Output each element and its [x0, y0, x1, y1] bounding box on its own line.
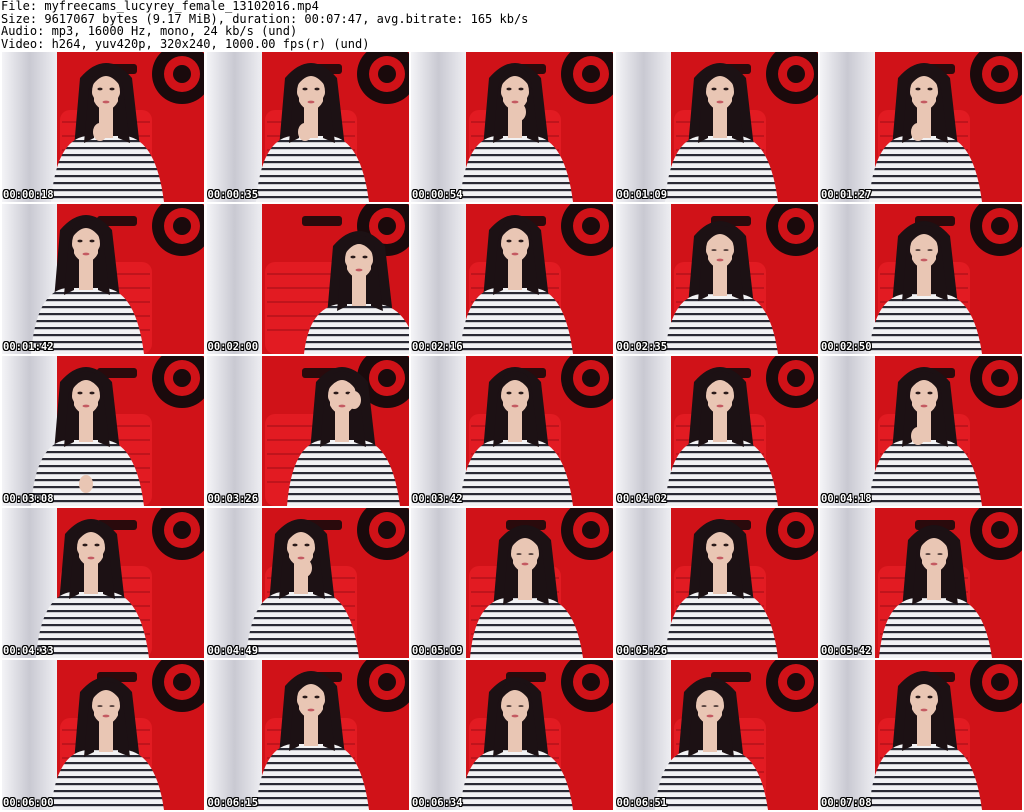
thumbnail-frame: 00:06:15: [206, 660, 409, 810]
thumbnail-frame: 00:04:49: [206, 508, 409, 658]
frame-scene: [2, 52, 204, 202]
frame-timestamp: 00:01:27: [821, 189, 872, 201]
frame-scene: [206, 508, 409, 658]
thumbnail-frame: 00:00:18: [2, 52, 204, 202]
frame-scene: [2, 204, 204, 354]
file-name-line: File: myfreecams_lucyrey_female_13102016…: [1, 0, 319, 13]
thumbnail-frame: 00:06:34: [411, 660, 613, 810]
frame-timestamp: 00:05:26: [616, 645, 668, 657]
frame-timestamp: 00:01:09: [616, 189, 668, 201]
frame-scene: [411, 660, 613, 810]
thumbnail-frame: 00:04:33: [2, 508, 204, 658]
frame-scene: [2, 356, 204, 506]
frame-timestamp: 00:04:02: [616, 493, 668, 505]
thumbnail-frame: 00:02:00: [206, 204, 409, 354]
thumbnail-grid: 00:00:18 00:00:35 00:00:54 00:01:09 00:01:27…: [2, 52, 1022, 812]
frame-timestamp: 00:06:00: [3, 797, 54, 809]
frame-timestamp: 00:04:33: [3, 645, 54, 657]
file-info-header: File: myfreecams_lucyrey_female_13102016…: [0, 0, 1024, 50]
thumbnail-frame: 00:03:08: [2, 356, 204, 506]
frame-scene: [820, 660, 1022, 810]
frame-timestamp: 00:00:35: [207, 189, 259, 201]
frame-scene: [615, 52, 818, 202]
thumbnail-frame: 00:02:16: [411, 204, 613, 354]
thumbnail-frame: 00:04:02: [615, 356, 818, 506]
thumbnail-frame: 00:05:42: [820, 508, 1022, 658]
frame-scene: [411, 356, 613, 506]
thumbnail-frame: 00:04:18: [820, 356, 1022, 506]
frame-timestamp: 00:04:49: [207, 645, 259, 657]
audio-info-line: Audio: mp3, 16000 Hz, mono, 24 kb/s (und…: [1, 24, 298, 38]
frame-timestamp: 00:01:42: [3, 341, 54, 353]
frame-scene: [411, 508, 613, 658]
thumbnail-frame: 00:00:35: [206, 52, 409, 202]
frame-scene: [411, 204, 613, 354]
frame-scene: [615, 204, 818, 354]
video-info-line: Video: h264, yuv420p, 320x240, 1000.00 f…: [1, 36, 370, 51]
frame-scene: [411, 52, 613, 202]
frame-timestamp: 00:03:26: [207, 493, 259, 505]
frame-timestamp: 00:06:34: [412, 797, 463, 809]
frame-scene: [615, 356, 818, 506]
frame-timestamp: 00:00:54: [412, 189, 463, 201]
frame-scene: [615, 508, 818, 658]
frame-scene: [2, 660, 204, 810]
thumbnail-frame: 00:02:35: [615, 204, 818, 354]
frame-timestamp: 00:03:42: [412, 493, 463, 505]
frame-timestamp: 00:02:35: [616, 341, 668, 353]
thumbnail-frame: 00:06:00: [2, 660, 204, 810]
frame-scene: [820, 204, 1022, 354]
frame-scene: [206, 660, 409, 810]
frame-timestamp: 00:03:08: [3, 493, 54, 505]
frame-timestamp: 00:02:00: [207, 341, 259, 353]
thumbnail-frame: 00:05:09: [411, 508, 613, 658]
thumbnail-frame: 00:03:42: [411, 356, 613, 506]
frame-timestamp: 00:02:16: [412, 341, 463, 353]
frame-scene: [2, 508, 204, 658]
frame-timestamp: 00:05:09: [412, 645, 463, 657]
frame-scene: [206, 204, 409, 354]
thumbnail-frame: 00:07:08: [820, 660, 1022, 810]
frame-timestamp: 00:06:15: [207, 797, 259, 809]
frame-scene: [206, 52, 409, 202]
thumbnail-frame: 00:02:50: [820, 204, 1022, 354]
frame-timestamp: 00:07:08: [821, 797, 872, 809]
thumbnail-frame: 00:03:26: [206, 356, 409, 506]
frame-timestamp: 00:04:18: [821, 493, 872, 505]
frame-scene: [615, 660, 818, 810]
thumbnail-frame: 00:05:26: [615, 508, 818, 658]
thumbnail-frame: 00:01:09: [615, 52, 818, 202]
frame-timestamp: 00:05:42: [821, 645, 872, 657]
thumbnail-frame: 00:01:27: [820, 52, 1022, 202]
frame-scene: [820, 356, 1022, 506]
thumbnail-frame: 00:00:54: [411, 52, 613, 202]
frame-timestamp: 00:06:51: [616, 797, 668, 809]
frame-timestamp: 00:02:50: [821, 341, 872, 353]
frame-scene: [820, 508, 1022, 658]
frame-timestamp: 00:00:18: [3, 189, 54, 201]
frame-scene: [206, 356, 409, 506]
thumbnail-frame: 00:01:42: [2, 204, 204, 354]
thumbnail-frame: 00:06:51: [615, 660, 818, 810]
frame-scene: [820, 52, 1022, 202]
